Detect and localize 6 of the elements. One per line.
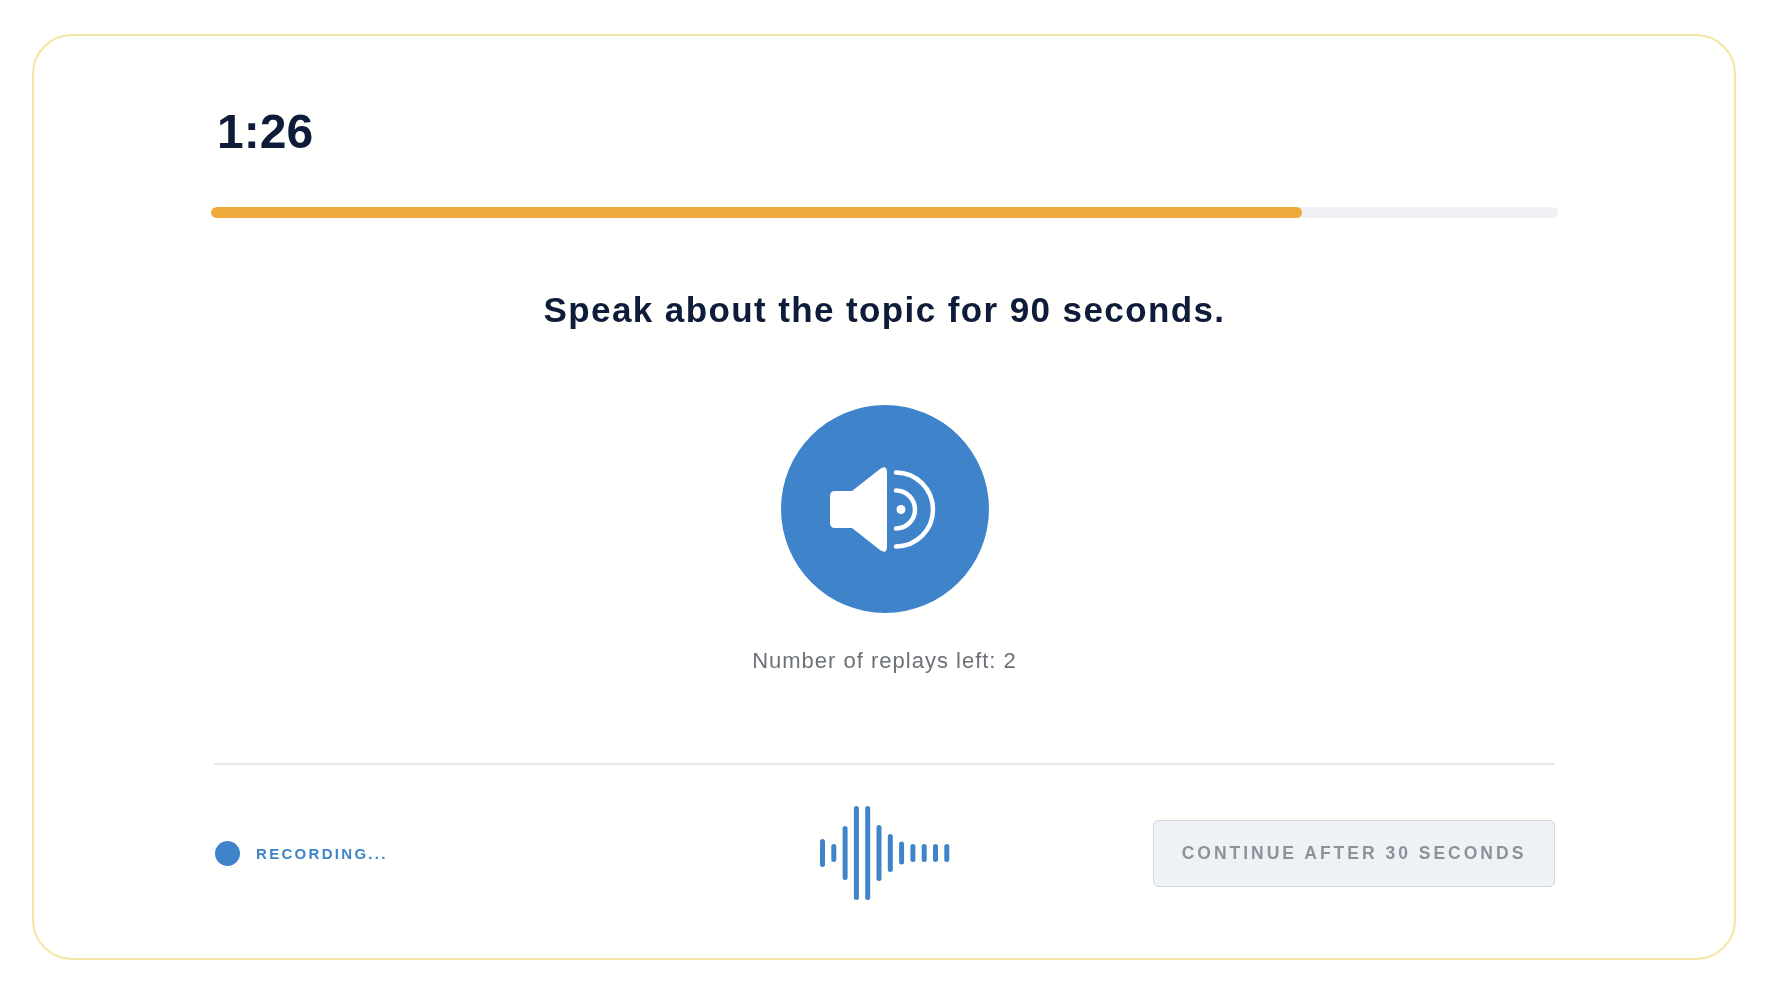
recording-status-text: RECORDING... xyxy=(256,844,388,862)
recording-dot-icon xyxy=(215,840,240,866)
countdown-timer: 1:26 xyxy=(217,108,314,156)
replays-left-text: Number of replays left: 2 xyxy=(752,648,1017,674)
prompt-text: Speak about the topic for 90 seconds. xyxy=(543,289,1226,331)
waveform-icon xyxy=(820,805,950,901)
